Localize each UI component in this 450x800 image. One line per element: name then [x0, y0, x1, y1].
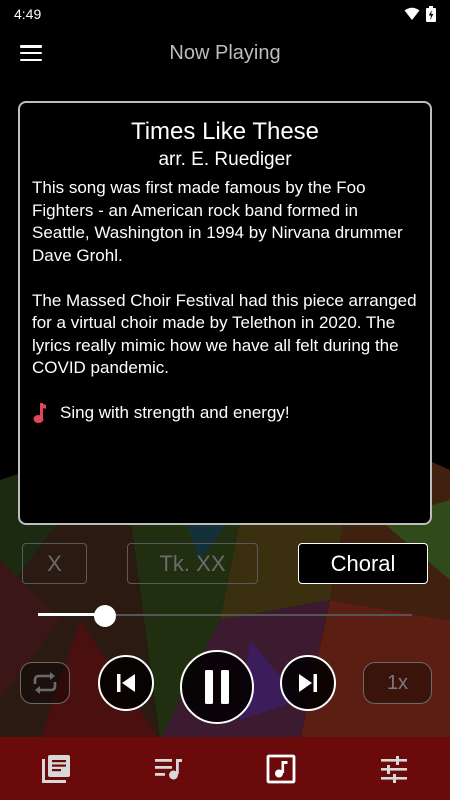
tip-text: Sing with strength and energy!: [60, 403, 290, 422]
nav-playlist[interactable]: [139, 737, 199, 800]
song-info-card: Times Like These arr. E. Ruediger This s…: [18, 101, 432, 525]
status-time: 4:49: [14, 6, 42, 22]
song-title: Times Like These: [130, 118, 320, 145]
description-paragraph: This song was first made famous by the F…: [32, 178, 403, 265]
music-note-icon: [32, 402, 52, 424]
battery-charging-icon: [426, 6, 436, 22]
choral-mode-chip[interactable]: Choral: [298, 543, 428, 584]
status-icons: [404, 6, 436, 22]
app-bar: Now Playing: [0, 28, 450, 78]
nav-library[interactable]: [26, 737, 86, 800]
skip-previous-icon: [117, 674, 135, 692]
seek-bar[interactable]: [38, 605, 412, 627]
song-arranger: arr. E. Ruediger: [158, 149, 292, 170]
song-tip: Sing with strength and energy!: [32, 402, 418, 424]
next-button[interactable]: [280, 655, 336, 711]
description-paragraph: The Massed Choir Festival had this piece…: [32, 290, 417, 378]
repeat-icon: [33, 672, 57, 694]
status-bar: 4:49: [0, 0, 450, 28]
track-chips: X Tk. XX Choral: [0, 543, 450, 585]
bottom-navigation: [0, 737, 450, 800]
library-icon: [42, 754, 71, 783]
pause-icon: [205, 670, 229, 704]
nav-now-playing[interactable]: [251, 737, 311, 800]
track-number-chip[interactable]: Tk. XX: [127, 543, 258, 584]
nav-settings[interactable]: [364, 737, 424, 800]
equalizer-settings-icon: [380, 755, 407, 783]
playback-speed-button[interactable]: 1x: [363, 662, 432, 704]
page-title: Now Playing: [169, 41, 281, 64]
part-x-chip[interactable]: X: [22, 543, 87, 584]
play-pause-button[interactable]: [180, 650, 254, 724]
seek-thumb[interactable]: [94, 605, 117, 627]
music-note-box-icon: [266, 754, 296, 783]
playlist-icon: [154, 758, 182, 779]
wifi-icon: [404, 7, 420, 20]
skip-next-icon: [299, 674, 317, 692]
previous-button[interactable]: [98, 655, 154, 711]
hamburger-menu-icon[interactable]: [20, 43, 42, 63]
song-description: This song was first made famous by the F…: [32, 177, 418, 380]
repeat-button[interactable]: [20, 662, 70, 704]
playback-controls: 1x: [0, 650, 450, 724]
